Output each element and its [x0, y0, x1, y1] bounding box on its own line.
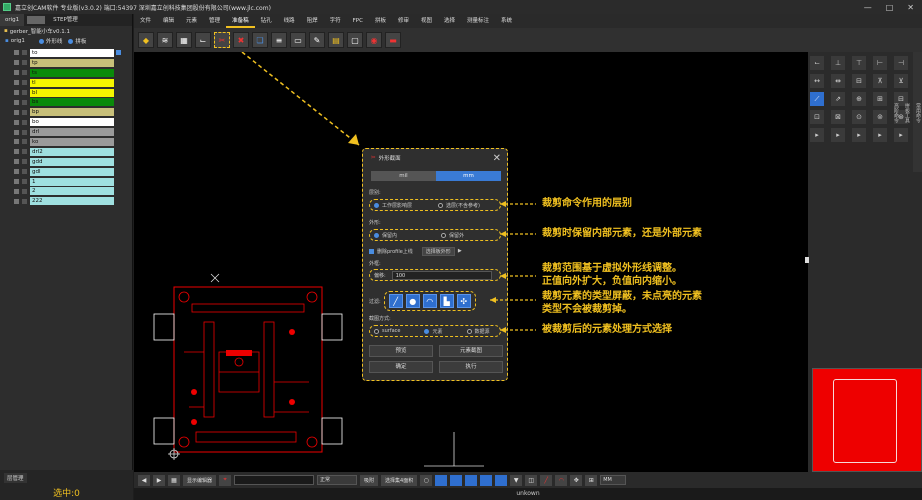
filter-arc-icon[interactable]: [465, 474, 478, 486]
annotation-filter-2: 类型不会被裁剪掉。: [542, 304, 632, 315]
mode-select[interactable]: 正常: [317, 475, 358, 485]
next-icon[interactable]: ▶: [153, 474, 165, 486]
annotation-keep: 裁剪时保留内部元素，还是外部元素: [542, 228, 702, 239]
annotation-filter-1: 裁剪元素的类型屏蔽，未点亮的元素: [542, 291, 702, 302]
unit-select[interactable]: MM: [600, 475, 627, 485]
select-mode-button[interactable]: 选择集4面积: [381, 474, 418, 486]
annotation-arrows: [490, 201, 536, 333]
prev-icon[interactable]: ◀: [138, 474, 150, 486]
annotation-offset-2: 正值向外扩大，负值向内缩小。: [542, 276, 682, 287]
circle-tool-icon[interactable]: ○: [420, 474, 433, 486]
annotation-offset-1: 裁剪范围基于虚拟外形线调整。: [542, 263, 682, 274]
command-input[interactable]: [234, 475, 315, 485]
pan-icon[interactable]: ✥: [570, 474, 583, 486]
zoom-icon[interactable]: ⊞: [585, 474, 598, 486]
draw-line-icon[interactable]: ╱: [540, 474, 553, 486]
status-text: unkown: [516, 490, 540, 497]
annotation-mode: 被裁剪后的元素处理方式选择: [542, 324, 672, 335]
target-icon[interactable]: ⌖: [219, 474, 232, 486]
funnel-icon[interactable]: ▼: [510, 474, 523, 486]
grid-icon[interactable]: ▦: [168, 474, 180, 486]
draw-arc-icon[interactable]: ◠: [555, 474, 568, 486]
snap-toggle[interactable]: 吸附: [360, 474, 379, 486]
filter-pad-icon[interactable]: [450, 474, 463, 486]
annotation-layer: 裁剪命令作用的层别: [542, 198, 632, 209]
status-bar: unkown: [134, 488, 922, 500]
filter-text-icon[interactable]: [495, 474, 508, 486]
bottom-toolbar: ◀ ▶ ▦ 显示编辑器 ⌖ 正常 吸附 选择集4面积 ○ ▼ ◫ ╱ ◠ ✥ ⊞…: [134, 472, 922, 488]
filter-surface-icon[interactable]: [480, 474, 493, 486]
filter-line-icon[interactable]: [435, 474, 448, 486]
measure-icon[interactable]: ◫: [525, 474, 538, 486]
show-editor-button[interactable]: 显示编辑器: [183, 474, 217, 486]
